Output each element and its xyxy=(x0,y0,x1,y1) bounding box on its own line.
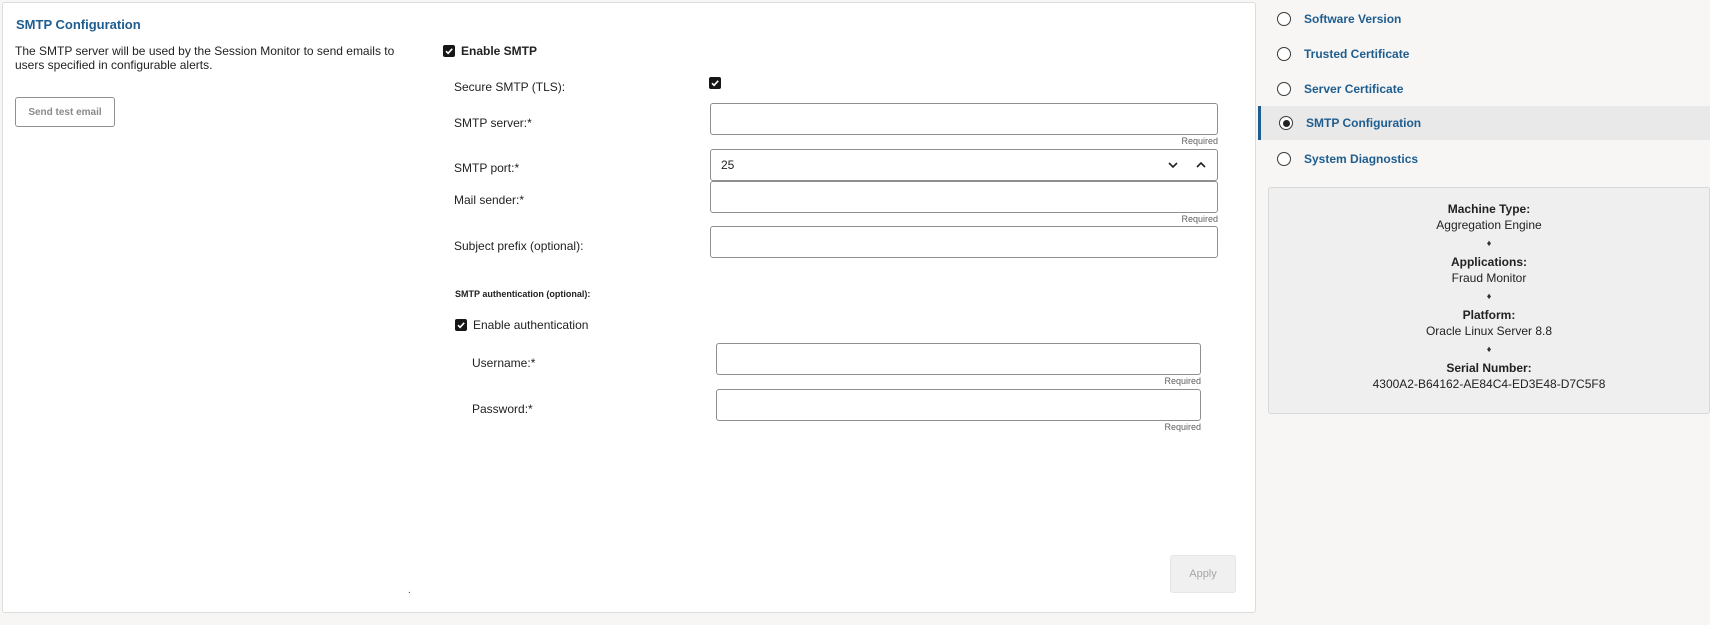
radio-icon[interactable] xyxy=(1277,12,1291,26)
nav-item-label: System Diagnostics xyxy=(1304,152,1419,166)
send-test-email-button[interactable]: Send test email xyxy=(15,97,115,127)
mail-sender-input[interactable] xyxy=(710,181,1218,213)
username-required-hint: Required xyxy=(1164,376,1201,386)
enable-auth-checkbox[interactable] xyxy=(455,319,467,331)
subject-prefix-input[interactable] xyxy=(710,226,1218,258)
nav-item-software-version[interactable]: Software Version xyxy=(1258,2,1710,36)
smtp-port-label: SMTP port:* xyxy=(454,161,520,175)
stray-dot: . xyxy=(408,585,411,596)
secure-smtp-checkbox[interactable] xyxy=(709,77,721,89)
radio-icon[interactable] xyxy=(1277,82,1291,96)
platform-value: Oracle Linux Server 8.8 xyxy=(1425,324,1553,338)
mail-sender-label: Mail sender:* xyxy=(454,193,525,207)
apply-button[interactable]: Apply xyxy=(1170,555,1236,593)
serial-number-label: Serial Number: xyxy=(1446,361,1532,375)
radio-icon[interactable] xyxy=(1277,152,1291,166)
chevron-up-icon[interactable] xyxy=(1193,157,1209,173)
smtp-port-value: 25 xyxy=(721,158,735,172)
smtp-server-required-hint: Required xyxy=(1181,136,1218,146)
diamond-separator-icon: ♦ xyxy=(1486,344,1492,354)
applications-label: Applications: xyxy=(1450,255,1527,269)
machine-type-label: Machine Type: xyxy=(1447,202,1531,216)
machine-type-value: Aggregation Engine xyxy=(1436,218,1542,232)
machine-info-box: Machine Type: Aggregation Engine ♦ Appli… xyxy=(1268,187,1710,414)
enable-auth-row[interactable]: Enable authentication xyxy=(455,318,588,332)
enable-smtp-label: Enable SMTP xyxy=(461,44,538,58)
checkmark-icon xyxy=(457,322,465,329)
nav-item-server-certificate[interactable]: Server Certificate xyxy=(1258,72,1710,106)
password-label: Password:* xyxy=(472,402,533,416)
nav-item-system-diagnostics[interactable]: System Diagnostics xyxy=(1258,142,1710,176)
chevron-down-icon[interactable] xyxy=(1165,157,1181,173)
username-label: Username:* xyxy=(472,356,536,370)
username-input[interactable] xyxy=(716,343,1201,375)
subject-prefix-label: Subject prefix (optional): xyxy=(454,239,584,253)
diamond-separator-icon: ♦ xyxy=(1486,291,1492,301)
smtp-port-stepper[interactable]: 25 xyxy=(710,149,1218,181)
serial-number-value: 4300A2-B64162-AE84C4-ED3E48-D7C5F8 xyxy=(1372,377,1606,391)
smtp-server-label: SMTP server:* xyxy=(454,116,532,130)
checkmark-icon xyxy=(711,80,719,87)
radio-selected-icon[interactable] xyxy=(1279,116,1293,130)
nav-item-label: Trusted Certificate xyxy=(1304,47,1410,61)
radio-icon[interactable] xyxy=(1277,47,1291,61)
diamond-separator-icon: ♦ xyxy=(1486,238,1492,248)
password-input[interactable] xyxy=(716,389,1201,421)
panel-description: The SMTP server will be used by the Sess… xyxy=(15,44,395,72)
nav-item-label: Server Certificate xyxy=(1304,82,1404,96)
secure-smtp-label: Secure SMTP (TLS): xyxy=(454,80,566,94)
smtp-config-panel: SMTP Configuration The SMTP server will … xyxy=(2,2,1256,613)
nav-item-smtp-configuration[interactable]: SMTP Configuration xyxy=(1258,106,1710,140)
checkmark-icon xyxy=(445,48,453,55)
panel-title: SMTP Configuration xyxy=(16,17,141,32)
nav-item-trusted-certificate[interactable]: Trusted Certificate xyxy=(1258,37,1710,71)
applications-value: Fraud Monitor xyxy=(1451,271,1527,285)
enable-smtp-row[interactable]: Enable SMTP xyxy=(443,44,537,58)
platform-label: Platform: xyxy=(1462,308,1516,322)
nav-item-label: SMTP Configuration xyxy=(1306,116,1422,130)
smtp-server-input[interactable] xyxy=(710,103,1218,135)
enable-smtp-checkbox[interactable] xyxy=(443,45,455,57)
auth-heading: SMTP authentication (optional): xyxy=(455,289,591,299)
nav-item-label: Software Version xyxy=(1304,12,1402,26)
mail-sender-required-hint: Required xyxy=(1181,214,1218,224)
password-required-hint: Required xyxy=(1164,422,1201,432)
enable-auth-label: Enable authentication xyxy=(473,318,589,332)
